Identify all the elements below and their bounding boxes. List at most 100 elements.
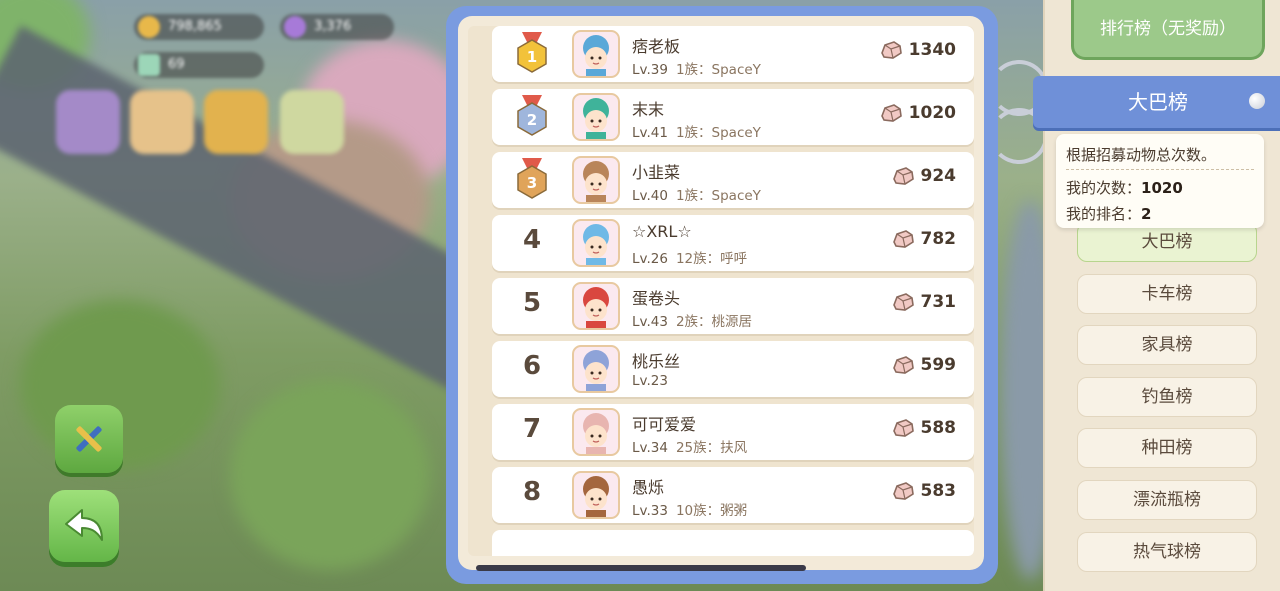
player-avatar[interactable] [572, 30, 620, 78]
stone-icon [892, 167, 914, 185]
stone-icon [892, 293, 914, 311]
player-avatar[interactable] [572, 408, 620, 456]
player-score: 1020 [879, 103, 956, 123]
player-meta: Lv.26 12族：呼呼 [632, 247, 747, 267]
player-clan: 2族：桃源居 [675, 314, 753, 330]
stone-icon [892, 419, 914, 437]
my-count: 我的次数：1020 [1066, 179, 1183, 197]
selected-board-label: 大巴榜 [1128, 90, 1188, 114]
player-clan: 1族：SpaceY [675, 188, 761, 204]
board-tab[interactable]: 种田榜 [1077, 428, 1257, 469]
ranking-row[interactable]: 5 蛋卷头 Lv.43 2族：桃源居 731 [492, 278, 974, 334]
player-clan: 12族：呼呼 [675, 251, 748, 267]
bronze-medal-icon: 3 [517, 158, 547, 199]
avatar-face-icon [583, 350, 609, 391]
avatar-face-icon [583, 161, 609, 202]
ranking-row[interactable]: 8 愚烁 Lv.33 10族：粥粥 583 [492, 467, 974, 523]
player-name: 蛋卷头 [632, 289, 681, 308]
player-avatar[interactable] [572, 345, 620, 393]
gold-medal-icon: 1 [517, 32, 547, 73]
player-score: 1340 [879, 40, 956, 60]
ranking-row[interactable]: 4 ☆XRL☆ Lv.26 12族：呼呼 782 [492, 215, 974, 271]
board-tab[interactable]: 家具榜 [1077, 325, 1257, 366]
avatar-face-icon [583, 287, 609, 328]
pin-dot-icon [1249, 93, 1265, 109]
player-name: 痞老板 [632, 37, 681, 56]
player-avatar[interactable] [572, 219, 620, 267]
player-clan: 10族：粥粥 [675, 503, 748, 519]
avatar-face-icon [583, 476, 609, 517]
list-scrollbar[interactable] [476, 565, 806, 571]
coin-icon [138, 16, 160, 38]
player-score: 599 [891, 355, 956, 375]
player-avatar[interactable] [572, 93, 620, 141]
player-meta: Lv.41 1族：SpaceY [632, 121, 761, 141]
building-shortcut-3[interactable] [204, 90, 268, 154]
ranking-panel: 1 痞老板 Lv.39 1族：SpaceY 1340 2 末末 Lv.41 1族… [446, 6, 998, 584]
building-shortcut-2[interactable] [130, 90, 194, 154]
medal-rank: 3 [527, 174, 537, 192]
building-shortcut-1[interactable] [56, 90, 120, 154]
ranking-row[interactable]: 7 可可爱爱 Lv.34 25族：扶风 588 [492, 404, 974, 460]
board-tab[interactable]: 卡车榜 [1077, 273, 1257, 314]
tools-button[interactable] [55, 405, 123, 473]
player-avatar[interactable] [572, 282, 620, 330]
stone-icon [892, 230, 914, 248]
player-level: Lv.33 [632, 503, 668, 519]
player-score: 782 [891, 229, 956, 249]
player-level: Lv.41 [632, 125, 668, 141]
player-meta: Lv.40 1族：SpaceY [632, 184, 761, 204]
player-name: 愚烁 [632, 478, 665, 497]
ranking-row[interactable]: 6 桃乐丝 Lv.23 599 [492, 341, 974, 397]
board-description: 根据招募动物总次数。 [1066, 146, 1217, 164]
player-level: Lv.26 [632, 251, 668, 267]
player-level: Lv.43 [632, 314, 668, 330]
stone-icon [880, 41, 902, 59]
ranking-row[interactable]: 3 小韭菜 Lv.40 1族：SpaceY 924 [492, 152, 974, 208]
player-level: Lv.34 [632, 440, 668, 456]
ranking-panel-inner: 1 痞老板 Lv.39 1族：SpaceY 1340 2 末末 Lv.41 1族… [458, 16, 984, 570]
stone-icon [892, 482, 914, 500]
ranking-row[interactable]: 2 末末 Lv.41 1族：SpaceY 1020 [492, 89, 974, 145]
my-rank: 我的排名：2 [1066, 205, 1152, 223]
ranking-list[interactable]: 1 痞老板 Lv.39 1族：SpaceY 1340 2 末末 Lv.41 1族… [468, 26, 974, 556]
board-tab[interactable]: 漂流瓶榜 [1077, 480, 1257, 520]
leaderboard-title: 排行榜（无奖励） [1071, 0, 1265, 60]
coin-counter: 798,865 [134, 14, 264, 40]
medal-rank: 1 [527, 48, 537, 66]
player-level: Lv.23 [632, 373, 668, 389]
player-name: ☆XRL☆ [632, 222, 692, 241]
ranking-row[interactable]: 1 痞老板 Lv.39 1族：SpaceY 1340 [492, 26, 974, 82]
avatar-face-icon [583, 35, 609, 76]
player-clan: 25族：扶风 [675, 440, 748, 456]
board-tab[interactable]: 热气球榜 [1077, 531, 1257, 572]
player-meta: Lv.34 25族：扶风 [632, 436, 747, 456]
board-tab[interactable]: 钓鱼榜 [1077, 376, 1257, 417]
player-score: 924 [891, 166, 956, 186]
player-meta: Lv.33 10族：粥粥 [632, 499, 747, 519]
player-meta: Lv.23 [632, 373, 676, 389]
info-divider [1066, 169, 1254, 170]
medal-rank: 2 [527, 111, 537, 129]
player-level: Lv.40 [632, 188, 668, 204]
board-tab[interactable]: 大巴榜 [1077, 222, 1257, 262]
player-avatar[interactable] [572, 471, 620, 519]
player-avatar[interactable] [572, 156, 620, 204]
board-info-card: 根据招募动物总次数。 我的次数：1020 我的排名：2 [1056, 134, 1264, 228]
stone-icon [892, 356, 914, 374]
player-meta: Lv.39 1族：SpaceY [632, 58, 761, 78]
building-shortcut-4[interactable] [280, 90, 344, 154]
player-meta: Lv.43 2族：桃源居 [632, 310, 752, 330]
rank-number: 6 [522, 351, 542, 381]
level-counter: 69 [134, 52, 264, 78]
silver-medal-icon: 2 [517, 95, 547, 136]
selected-board-banner: 大巴榜 [1033, 76, 1280, 128]
avatar-face-icon [583, 98, 609, 139]
player-score: 588 [891, 418, 956, 438]
rank-number: 5 [522, 288, 542, 318]
player-score: 583 [891, 481, 956, 501]
player-score: 731 [891, 292, 956, 312]
ranking-row-partial[interactable] [492, 530, 974, 556]
back-button[interactable] [49, 490, 119, 562]
player-name: 末末 [632, 100, 665, 119]
